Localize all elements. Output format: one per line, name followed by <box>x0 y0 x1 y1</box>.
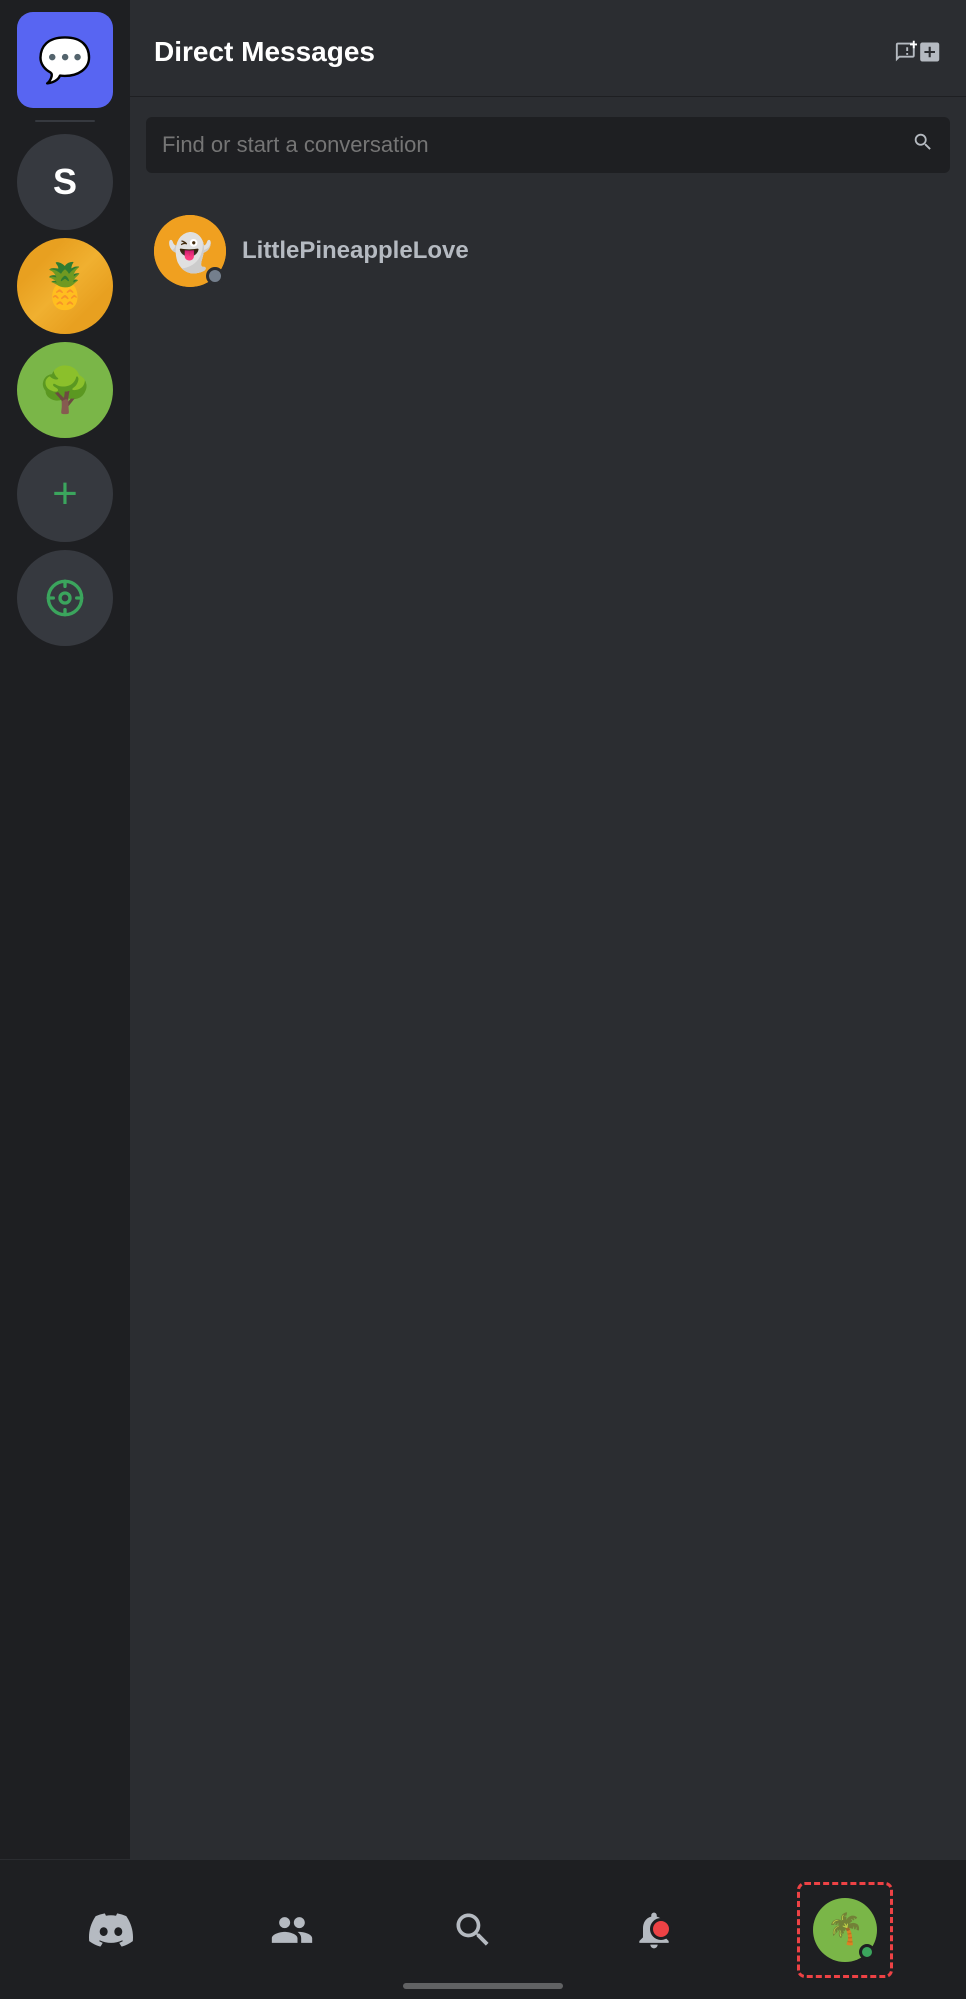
nav-friends-button[interactable] <box>260 1898 324 1962</box>
notification-badge <box>650 1918 672 1940</box>
sidebar-divider <box>35 120 95 122</box>
server-sidebar: 💬 S 🍍 🌳 + <box>0 0 130 1859</box>
dm-avatar: 👻 <box>154 215 226 287</box>
nav-home-button[interactable] <box>79 1898 143 1962</box>
dm-username: LittlePineappleLove <box>242 237 469 265</box>
dm-item[interactable]: 👻 LittlePineappleLove <box>138 201 958 301</box>
bottom-nav: 🌴 <box>0 1859 966 1999</box>
new-dm-icon <box>894 36 917 68</box>
search-nav-icon <box>451 1908 495 1952</box>
search-icon <box>912 131 934 159</box>
compass-icon <box>45 578 85 618</box>
profile-avatar-emoji: 🌴 <box>827 1912 864 1947</box>
server-tree-icon[interactable]: 🌳 <box>17 342 113 438</box>
server-pineapple-icon[interactable]: 🍍 <box>17 238 113 334</box>
chat-icon: 💬 <box>38 34 93 86</box>
search-bar[interactable] <box>146 117 950 173</box>
new-dm-button[interactable] <box>894 28 942 76</box>
server-s-label: S <box>53 161 77 203</box>
tree-pattern: 🌳 <box>17 342 113 438</box>
server-s-icon[interactable]: S <box>17 134 113 230</box>
status-dot-idle <box>206 267 224 285</box>
dm-header: Direct Messages <box>130 0 966 97</box>
dm-title: Direct Messages <box>154 36 375 68</box>
plus-icon: + <box>52 469 78 519</box>
profile-avatar: 🌴 <box>813 1898 877 1962</box>
main-content: 💬 S 🍍 🌳 + <box>0 0 966 1859</box>
discover-server-button[interactable] <box>17 550 113 646</box>
nav-profile-button[interactable]: 🌴 <box>803 1888 887 1972</box>
add-server-button[interactable]: + <box>17 446 113 542</box>
nav-search-button[interactable] <box>441 1898 505 1962</box>
friends-icon <box>270 1908 314 1952</box>
svg-text:👻: 👻 <box>168 231 213 274</box>
pineapple-pattern: 🍍 <box>17 238 113 334</box>
dm-list: 👻 LittlePineappleLove <box>130 193 966 1859</box>
discord-logo-icon <box>89 1908 133 1952</box>
nav-notifications-button[interactable] <box>622 1898 686 1962</box>
discord-dm-icon[interactable]: 💬 <box>17 12 113 108</box>
app-container: 💬 S 🍍 🌳 + <box>0 0 966 1999</box>
home-indicator <box>403 1983 563 1989</box>
compose-plus-icon <box>917 34 942 70</box>
dm-panel: Direct Messages <box>130 0 966 1859</box>
conversation-search-input[interactable] <box>162 132 900 158</box>
profile-status-online <box>859 1944 875 1960</box>
